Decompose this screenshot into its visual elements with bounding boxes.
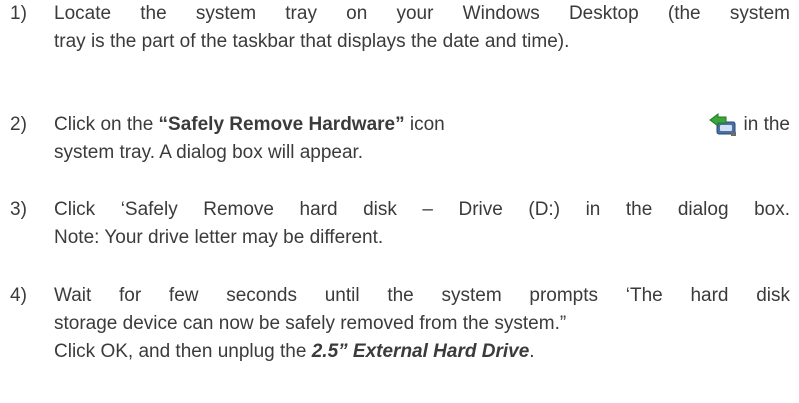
step-1-line-2: tray is the part of the taskbar that dis… [54, 31, 570, 52]
step-2-post: in the [743, 114, 790, 135]
safely-remove-hardware-label: “Safely Remove Hardware” [158, 114, 405, 135]
step-text: Wait for few seconds until the system pr… [54, 282, 790, 366]
step-2-line-1-right: in the [700, 111, 790, 139]
step-4-line-1: Wait for few seconds until the system pr… [54, 285, 790, 306]
step-4-line-3-pre: Click OK, and then unplug the [54, 341, 312, 362]
step-number: 4) [10, 285, 27, 306]
step-2-line-2: system tray. A dialog box will appear. [54, 142, 364, 163]
step-text: Click ‘Safely Remove hard disk – Drive (… [54, 196, 790, 252]
step-1: 1) Locate the system tray on your Window… [10, 0, 790, 56]
step-2: 2) Click on the “Safely Remove Hardware”… [10, 111, 790, 167]
step-4-line-3: Click OK, and then unplug the 2.5” Exter… [54, 338, 790, 366]
external-hard-drive-label: 2.5” External Hard Drive [311, 341, 530, 362]
step-number: 2) [10, 114, 27, 135]
instruction-document: 1) Locate the system tray on your Window… [0, 0, 799, 403]
step-3: 3) Click ‘Safely Remove hard disk – Driv… [10, 196, 790, 252]
step-4: 4) Wait for few seconds until the system… [10, 282, 790, 366]
step-4-line-3-post: . [529, 341, 535, 362]
step-number: 3) [10, 199, 27, 220]
step-text: Locate the system tray on your Windows D… [54, 0, 790, 56]
step-3-line-2: Note: Your drive letter may be different… [54, 227, 384, 248]
step-text: Click on the “Safely Remove Hardware” ic… [54, 111, 790, 167]
step-2-line-1: Click on the “Safely Remove Hardware” ic… [54, 111, 790, 139]
step-2-mid: icon [404, 114, 445, 135]
step-2-line-1-left: Click on the “Safely Remove Hardware” ic… [54, 111, 445, 139]
step-number: 1) [10, 3, 27, 24]
step-2-pre: Click on the [54, 114, 159, 135]
safely-remove-hardware-icon [708, 112, 738, 138]
step-1-line-1: Locate the system tray on your Windows D… [54, 3, 790, 24]
step-4-line-2: storage device can now be safely removed… [54, 313, 567, 334]
step-3-line-1: Click ‘Safely Remove hard disk – Drive (… [54, 199, 790, 220]
